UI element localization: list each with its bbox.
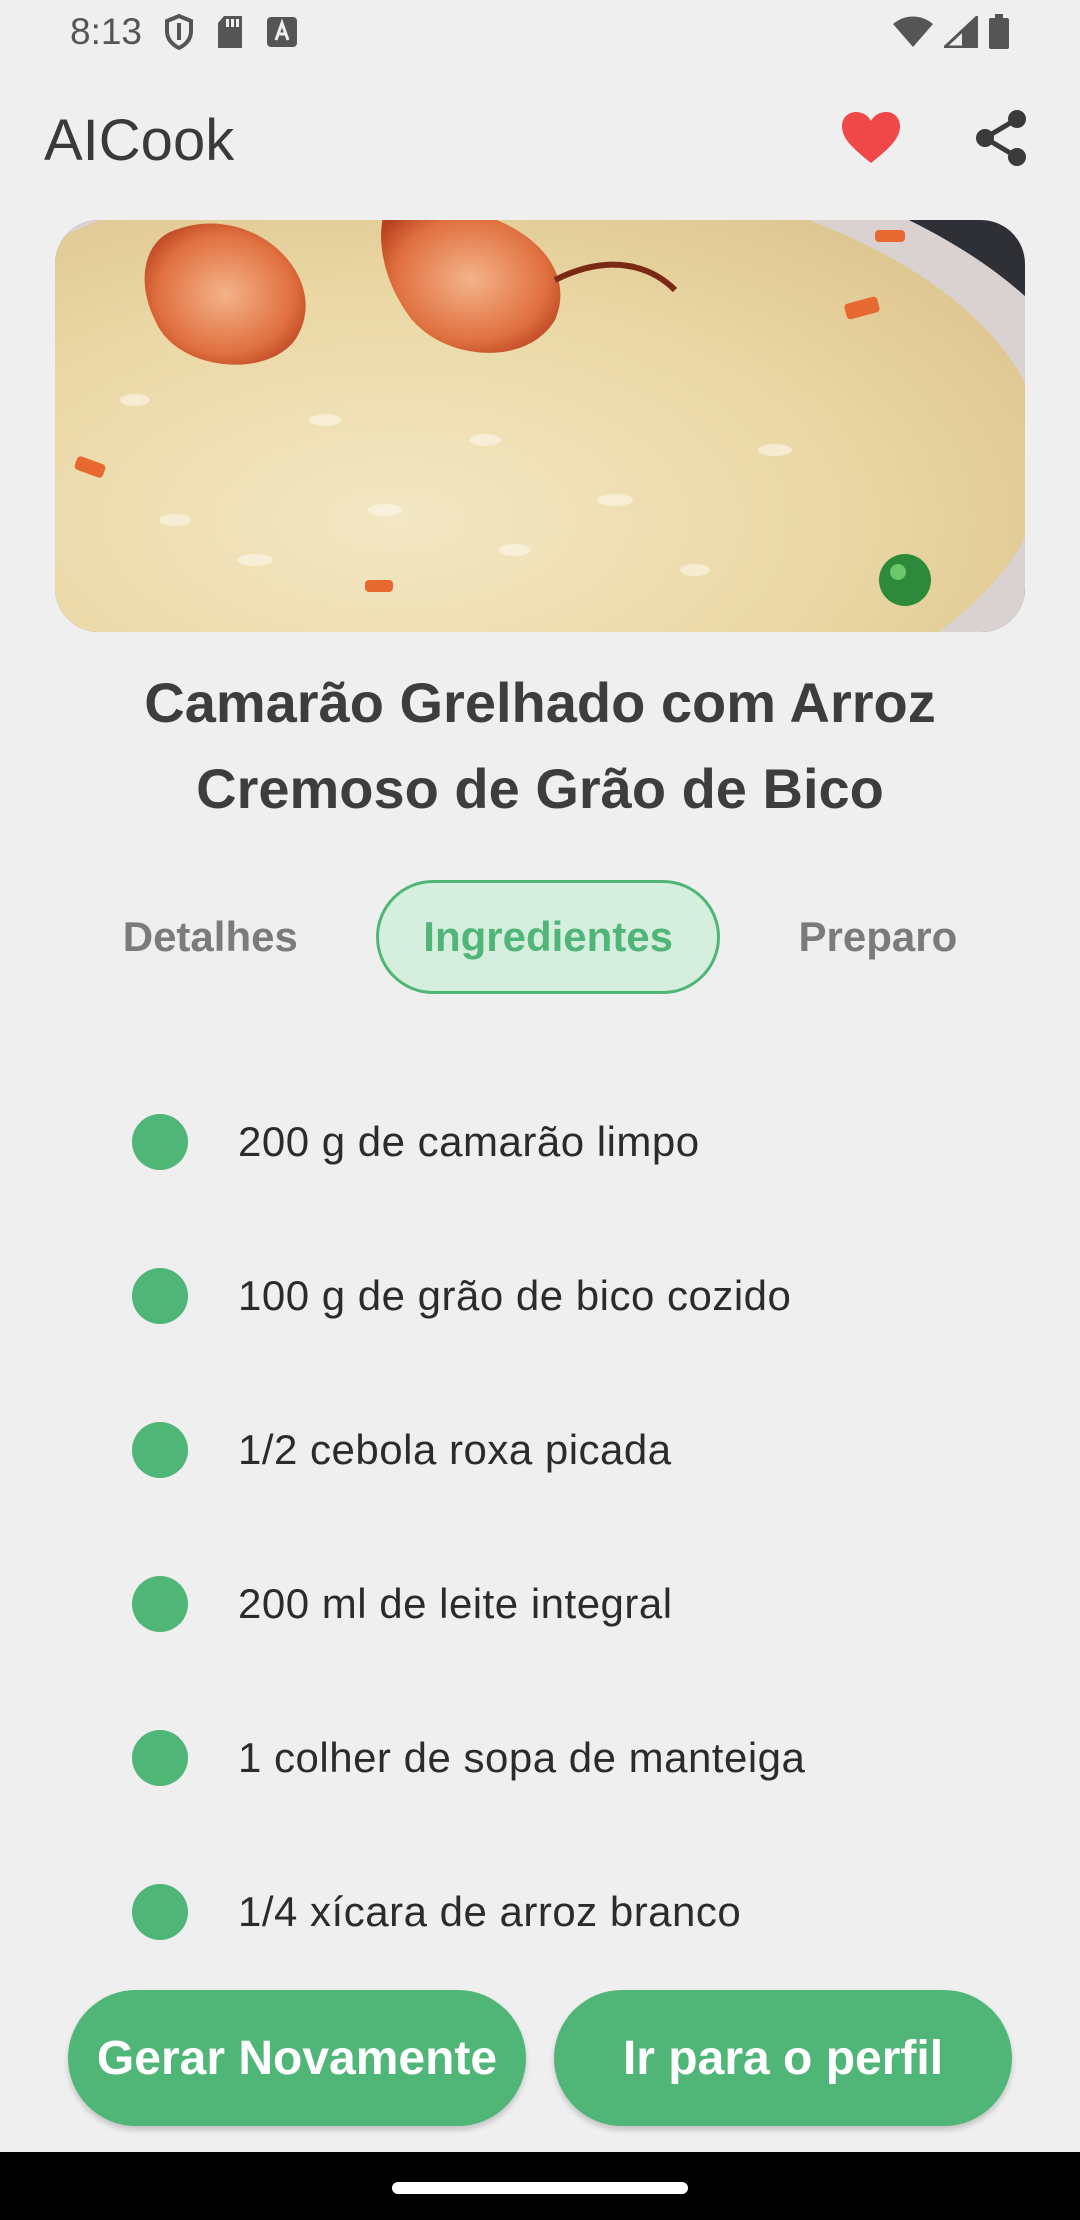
home-handle[interactable] xyxy=(392,2182,688,2194)
battery-icon xyxy=(988,14,1010,50)
ingredient-text: 100 g de grão de bico cozido xyxy=(238,1272,792,1319)
wifi-icon xyxy=(892,16,934,48)
font-a-icon xyxy=(266,16,298,48)
app-title: AICook xyxy=(44,107,235,173)
status-time: 8:13 xyxy=(70,11,143,52)
bullet-dot-icon xyxy=(132,1576,188,1632)
list-item: 1/4 xícara de arroz branco xyxy=(0,1835,1080,1989)
favorite-button[interactable] xyxy=(836,105,906,175)
bullet-dot-icon xyxy=(132,1884,188,1940)
app-bar: AICook xyxy=(0,90,1080,190)
bullet-dot-icon xyxy=(132,1730,188,1786)
go-to-profile-button[interactable]: Ir para o perfil xyxy=(554,1990,1012,2126)
list-item: 1/2 cebola roxa picada xyxy=(0,1373,1080,1527)
system-nav-bar xyxy=(0,2152,1080,2220)
status-bar: 8:13 xyxy=(0,0,1080,64)
share-icon xyxy=(973,108,1029,173)
ingredient-text: 1/4 xícara de arroz branco xyxy=(238,1888,742,1935)
bullet-dot-icon xyxy=(132,1268,188,1324)
recipe-title: Camarão Grelhado com Arroz Cremoso de Gr… xyxy=(144,671,936,820)
share-button[interactable] xyxy=(966,105,1036,175)
bullet-dot-icon xyxy=(132,1114,188,1170)
ingredient-text: 1 colher de sopa de manteiga xyxy=(238,1734,806,1781)
recipe-tabs: Detalhes Ingredientes Preparo xyxy=(60,880,1020,994)
tab-detalhes[interactable]: Detalhes xyxy=(76,880,345,994)
regenerate-button[interactable]: Gerar Novamente xyxy=(68,1990,526,2126)
recipe-image xyxy=(55,220,1025,632)
signal-icon xyxy=(944,16,978,48)
tab-preparo[interactable]: Preparo xyxy=(752,880,1005,994)
shield-icon xyxy=(164,14,194,50)
ingredient-text: 200 g de camarão limpo xyxy=(238,1118,700,1165)
heart-icon xyxy=(841,111,901,170)
bullet-dot-icon xyxy=(132,1422,188,1478)
sd-card-icon xyxy=(216,15,244,49)
ingredient-text: 200 ml de leite integral xyxy=(238,1580,673,1627)
bottom-actions: Gerar Novamente Ir para o perfil xyxy=(68,1990,1012,2126)
ingredient-text: 1/2 cebola roxa picada xyxy=(238,1426,672,1473)
list-item: 1 colher de sopa de manteiga xyxy=(0,1681,1080,1835)
list-item: 200 ml de leite integral xyxy=(0,1527,1080,1681)
list-item: 200 g de camarão limpo xyxy=(0,1065,1080,1219)
tab-ingredientes[interactable]: Ingredientes xyxy=(376,880,721,994)
list-item: 100 g de grão de bico cozido xyxy=(0,1219,1080,1373)
ingredients-list: 200 g de camarão limpo 100 g de grão de … xyxy=(0,1065,1080,1989)
